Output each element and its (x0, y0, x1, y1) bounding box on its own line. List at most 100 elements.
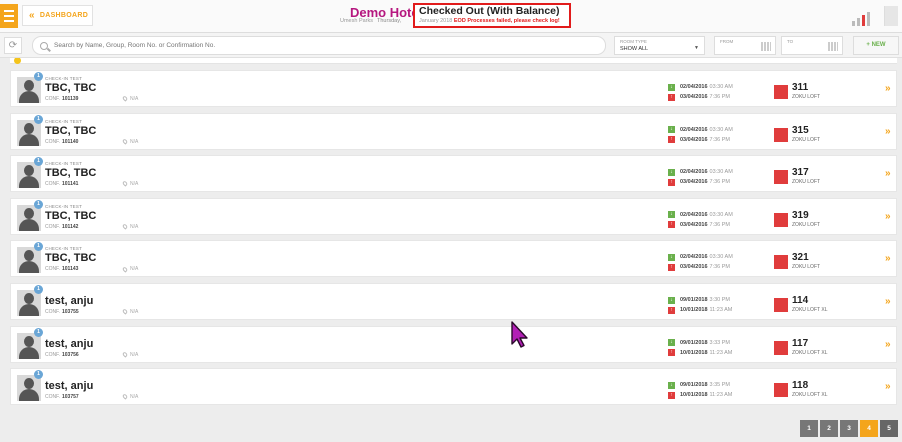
arrival-time: 03:30 AM (709, 211, 733, 218)
room-type: ZOKU LOFT (792, 221, 821, 228)
row-chevron-right-icon[interactable]: » (885, 211, 891, 222)
confirmation-number: CONF. 103756 (45, 352, 79, 358)
guest-name[interactable]: TBC, TBC (45, 167, 96, 179)
table-row[interactable]: 1 test, anju CONF. 103756 N/A ↓ 09/01/2018 3:33… (10, 325, 897, 363)
room-number: 118 (792, 380, 809, 392)
room-type-label: ROOM TYPE (620, 39, 647, 44)
page-button-2[interactable]: 2 (820, 420, 838, 437)
arrival-time: 03:30 AM (709, 126, 733, 133)
list-item-partial[interactable] (10, 58, 897, 64)
table-row[interactable]: 1 CHECK-IN TEST TBC, TBC CONF. 101142 N/A ↓ 02/… (10, 197, 897, 235)
new-button[interactable]: + NEW (853, 36, 899, 55)
guest-count-badge: 1 (34, 72, 43, 81)
guest-name[interactable]: TBC, TBC (45, 125, 96, 137)
guest-count-badge: 1 (34, 157, 43, 167)
chart-corner-icon[interactable] (884, 6, 898, 26)
room-type: ZOKU LOFT (792, 264, 821, 271)
departure-icon: ↑ (668, 391, 675, 399)
hamburger-menu-icon[interactable] (0, 4, 18, 28)
to-date-field[interactable]: TO (781, 36, 843, 55)
group-name: CHECK-IN TEST (45, 118, 83, 124)
calendar-icon[interactable] (828, 42, 838, 51)
guest-name[interactable]: TBC, TBC (45, 210, 96, 222)
row-chevron-right-icon[interactable]: » (885, 168, 891, 179)
row-chevron-right-icon[interactable]: » (885, 126, 891, 137)
guest-count-badge: 1 (34, 327, 43, 337)
location-pin-icon (121, 223, 129, 230)
room-type: ZOKU LOFT XL (792, 307, 828, 313)
departure-time: 7:36 PM (709, 221, 731, 228)
dropdown-arrow-icon: ▼ (694, 45, 699, 51)
status-panel: Checked Out (With Balance) January 2018 … (413, 3, 571, 28)
stay-dates: ↓ 09/01/2018 3:30 PM ↑ 10/01/2018 11:23 AM (668, 295, 732, 315)
departure-time: 11:23 AM (709, 392, 733, 399)
confirmation-number: CONF. 103755 (45, 309, 79, 315)
location-pin-icon (121, 138, 129, 145)
eod-error-message[interactable]: EOD Processes failed, please check log! (454, 18, 560, 24)
arrival-icon: ↓ (668, 296, 675, 304)
table-row[interactable]: 1 test, anju CONF. 103757 N/A ↓ 09/01/2018 3:35… (10, 368, 897, 406)
departure-icon: ↑ (668, 263, 675, 271)
room-status-indicator (774, 212, 788, 227)
table-row[interactable]: 1 CHECK-IN TEST TBC, TBC CONF. 101139 N/A ↓ 02/… (10, 70, 897, 107)
table-row[interactable]: 1 test, anju CONF. 103755 N/A ↓ 09/01/2018 3:30… (10, 283, 897, 320)
row-chevron-right-icon[interactable]: » (885, 339, 891, 350)
conf-value: 101143 (62, 266, 79, 273)
room-status-indicator (774, 255, 788, 270)
stay-dates: ↓ 02/04/2016 03:30 AM ↑ 03/04/2016 7:36 PM (668, 167, 733, 187)
guest-name[interactable]: test, anju (45, 338, 93, 350)
room-status-indicator (774, 127, 788, 142)
location: N/A (121, 351, 138, 358)
table-row[interactable]: 1 CHECK-IN TEST TBC, TBC CONF. 101140 N/A ↓ 02/… (10, 112, 897, 150)
dashboard-button[interactable]: « DASHBOARD (22, 5, 93, 26)
row-chevron-right-icon[interactable]: » (885, 253, 891, 264)
guest-name[interactable]: TBC, TBC (45, 252, 96, 264)
location-pin-icon (121, 308, 129, 315)
room-type: ZOKU LOFT (792, 136, 821, 143)
refresh-icon[interactable]: ⟳ (4, 37, 22, 54)
location-value: N/A (130, 266, 139, 273)
conf-value: 101140 (62, 138, 79, 145)
filter-bar: ⟳ ROOM TYPE SHOW ALL ▼ FROM TO + NEW (0, 33, 902, 58)
guest-name[interactable]: test, anju (45, 380, 93, 392)
guest-name[interactable]: TBC, TBC (45, 82, 96, 94)
search-input[interactable] (54, 42, 594, 49)
pagination: 12345 (800, 420, 898, 437)
page-button-1[interactable]: 1 (800, 420, 818, 437)
row-chevron-right-icon[interactable]: » (885, 296, 891, 307)
table-row[interactable]: 1 CHECK-IN TEST TBC, TBC CONF. 101143 N/A ↓ 02/… (10, 240, 897, 278)
dashboard-label: DASHBOARD (39, 12, 89, 19)
hotel-day: Thursday, (377, 18, 402, 24)
departure-date: 10/01/2018 (680, 307, 708, 313)
arrival-date: 09/01/2018 (680, 382, 708, 389)
page-button-5[interactable]: 5 (880, 420, 898, 437)
group-name: CHECK-IN TEST (45, 76, 83, 81)
arrival-time: 3:35 PM (709, 382, 731, 389)
row-chevron-right-icon[interactable]: » (885, 381, 891, 392)
conf-value: 101139 (62, 96, 79, 102)
arrival-date: 09/01/2018 (680, 339, 708, 346)
room-number: 117 (792, 337, 809, 349)
room-number: 317 (792, 167, 809, 179)
arrival-date: 09/01/2018 (680, 297, 708, 303)
location-value: N/A (130, 181, 139, 188)
room-type-select[interactable]: ROOM TYPE SHOW ALL ▼ (614, 36, 705, 55)
group-name: CHECK-IN TEST (45, 161, 83, 167)
table-row[interactable]: 1 CHECK-IN TEST TBC, TBC CONF. 101141 N/A ↓ 02/… (10, 155, 897, 193)
arrival-time: 3:30 PM (709, 297, 731, 303)
row-chevron-right-icon[interactable]: » (885, 83, 891, 94)
page-button-3[interactable]: 3 (840, 420, 858, 437)
room-number: 315 (792, 124, 809, 136)
search-box[interactable] (32, 36, 606, 55)
departure-date: 03/04/2016 (680, 94, 708, 100)
arrival-time: 03:30 AM (709, 169, 733, 176)
double-chevron-left-icon: « (29, 9, 35, 21)
calendar-icon[interactable] (761, 42, 771, 51)
group-name: CHECK-IN TEST (45, 246, 83, 252)
page-button-4[interactable]: 4 (860, 420, 878, 437)
room-number: 321 (792, 252, 809, 264)
guest-name[interactable]: test, anju (45, 295, 93, 307)
from-date-field[interactable]: FROM (714, 36, 776, 55)
location-pin-icon (121, 180, 129, 188)
brand-logo-icon (850, 8, 878, 26)
